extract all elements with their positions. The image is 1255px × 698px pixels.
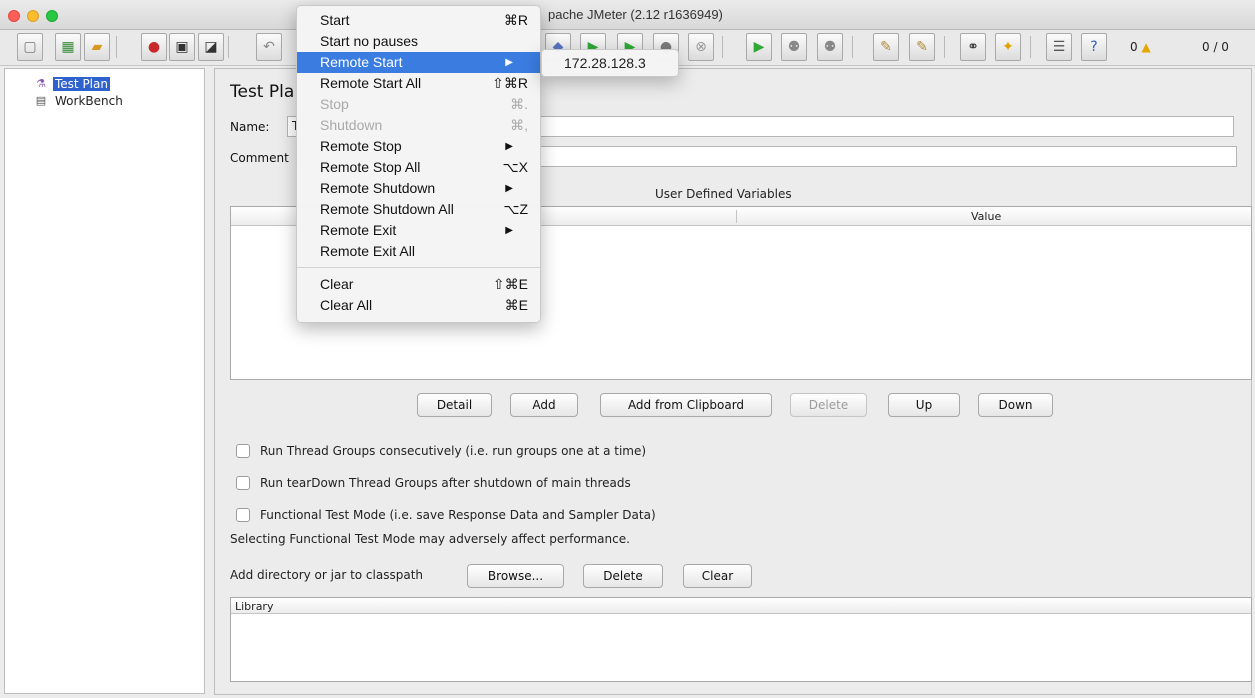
shortcut-label: ⌘E — [504, 297, 528, 313]
submenu-item-remote-host[interactable]: 172.28.128.3 — [564, 55, 646, 71]
classpath-label: Add directory or jar to classpath — [230, 568, 424, 582]
run-teardown-checkbox-row[interactable]: Run tearDown Thread Groups after shutdow… — [236, 474, 631, 492]
remote-shutdown-all-icon[interactable]: ⚉ — [817, 33, 843, 61]
menu-item-remote-start[interactable]: Remote Start ▶ — [297, 52, 540, 73]
menu-item-remote-stop-all[interactable]: Remote Stop All ⌥X — [297, 157, 540, 178]
panel-title: Test Pla — [230, 82, 295, 102]
library-table[interactable]: Library — [230, 597, 1252, 682]
warning-counter[interactable]: 0 ▲ — [1130, 40, 1151, 54]
menu-item-remote-exit-all[interactable]: Remote Exit All — [297, 241, 540, 262]
new-test-plan-icon[interactable]: ▢ — [17, 33, 43, 61]
submenu-arrow-icon: ▶ — [505, 225, 513, 236]
test-plan-flask-icon: ⚗ — [36, 77, 46, 90]
remote-start-submenu: 172.28.128.3 — [541, 49, 679, 77]
workbench-clipboard-icon: ▤ — [35, 94, 47, 107]
value-column-header[interactable]: Value — [971, 210, 1001, 223]
clear-icon[interactable]: ✎ — [873, 33, 899, 61]
shortcut-label: ⌘, — [510, 117, 528, 133]
run-teardown-label: Run tearDown Thread Groups after shutdow… — [260, 476, 631, 490]
shortcut-label: ⇧⌘R — [492, 75, 528, 91]
functional-test-mode-label: Functional Test Mode (i.e. save Response… — [260, 508, 656, 522]
menu-item-remote-exit[interactable]: Remote Exit ▶ — [297, 220, 540, 241]
menu-item-stop[interactable]: Stop ⌘. — [297, 94, 540, 115]
run-consecutively-checkbox-row[interactable]: Run Thread Groups consecutively (i.e. ru… — [236, 442, 646, 460]
help-icon[interactable]: ? — [1081, 33, 1107, 61]
run-menu: Start ⌘R Start no pauses Remote Start ▶ … — [296, 5, 541, 323]
shortcut-label: ⌘. — [510, 96, 528, 112]
templates-icon[interactable]: ▦ — [55, 33, 81, 61]
window-title: pache JMeter (2.12 r1636949) — [548, 7, 723, 22]
menu-item-start[interactable]: Start ⌘R — [297, 10, 540, 31]
delete-button[interactable]: Delete — [790, 393, 867, 417]
menu-item-remote-stop[interactable]: Remote Stop ▶ — [297, 136, 540, 157]
classpath-delete-button[interactable]: Delete — [583, 564, 663, 588]
save-as-icon[interactable]: ◪ — [198, 33, 224, 61]
detail-button[interactable]: Detail — [417, 393, 492, 417]
down-button[interactable]: Down — [978, 393, 1053, 417]
run-consecutively-label: Run Thread Groups consecutively (i.e. ru… — [260, 444, 647, 458]
minimize-window-button[interactable] — [27, 10, 39, 22]
menu-item-clear-all[interactable]: Clear All ⌘E — [297, 295, 540, 316]
shortcut-label: ⌘R — [503, 12, 528, 28]
close-window-button[interactable] — [8, 10, 20, 22]
pane-splitter[interactable] — [206, 68, 214, 694]
shortcut-label: ⇧⌘E — [492, 276, 528, 292]
functional-test-mode-checkbox[interactable] — [236, 508, 250, 522]
submenu-arrow-icon: ▶ — [505, 183, 513, 194]
warning-triangle-icon: ▲ — [1141, 40, 1151, 54]
menu-item-shutdown[interactable]: Shutdown ⌘, — [297, 115, 540, 136]
run-consecutively-checkbox[interactable] — [236, 444, 250, 458]
name-label: Name: — [230, 120, 270, 134]
shortcut-label: ⌥Z — [503, 201, 528, 217]
title-bar: pache JMeter (2.12 r1636949) — [0, 0, 1255, 30]
menu-separator — [297, 267, 540, 268]
library-column-header: Library — [231, 598, 1251, 614]
up-button[interactable]: Up — [888, 393, 960, 417]
add-from-clipboard-button[interactable]: Add from Clipboard — [600, 393, 772, 417]
browse-button[interactable]: Browse... — [467, 564, 564, 588]
functional-mode-note: Selecting Functional Test Mode may adver… — [230, 532, 630, 546]
submenu-arrow-icon: ▶ — [505, 141, 513, 152]
open-folder-icon[interactable]: ▰ — [84, 33, 110, 61]
save-icon[interactable]: ▣ — [169, 33, 195, 61]
warning-count: 0 — [1130, 40, 1138, 54]
menu-item-remote-shutdown[interactable]: Remote Shutdown ▶ — [297, 178, 540, 199]
cut-icon[interactable]: ↶ — [256, 33, 282, 61]
remote-start-all-icon[interactable]: ▶ — [746, 33, 772, 61]
menu-item-remote-shutdown-all[interactable]: Remote Shutdown All ⌥Z — [297, 199, 540, 220]
function-helper-icon[interactable]: ☰ — [1046, 33, 1072, 61]
reset-search-broom-icon[interactable]: ✦ — [995, 33, 1021, 61]
zoom-window-button[interactable] — [46, 10, 58, 22]
search-binoculars-icon[interactable]: ⚭ — [960, 33, 986, 61]
tree-item-workbench[interactable]: ▤ WorkBench — [34, 92, 125, 109]
run-teardown-checkbox[interactable] — [236, 476, 250, 490]
add-button[interactable]: Add — [510, 393, 578, 417]
test-plan-tree[interactable] — [4, 68, 205, 694]
menu-item-start-no-pauses[interactable]: Start no pauses — [297, 31, 540, 52]
user-defined-variables-title: User Defined Variables — [655, 187, 792, 201]
remote-stop-all-icon[interactable]: ⚉ — [781, 33, 807, 61]
threads-counter: 0 / 0 — [1202, 40, 1229, 54]
menu-item-clear[interactable]: Clear ⇧⌘E — [297, 274, 540, 295]
shortcut-label: ⌥X — [502, 159, 528, 175]
classpath-clear-button[interactable]: Clear — [683, 564, 752, 588]
clear-all-icon[interactable]: ✎ — [909, 33, 935, 61]
menu-item-remote-start-all[interactable]: Remote Start All ⇧⌘R — [297, 73, 540, 94]
close-test-plan-icon[interactable]: ● — [141, 33, 167, 61]
submenu-arrow-icon: ▶ — [505, 57, 513, 68]
comments-label: Comment — [230, 151, 289, 165]
tree-item-test-plan[interactable]: ⚗ Test Plan — [34, 75, 110, 92]
shutdown-icon[interactable]: ⊗ — [688, 33, 714, 61]
functional-test-mode-checkbox-row[interactable]: Functional Test Mode (i.e. save Response… — [236, 506, 656, 524]
